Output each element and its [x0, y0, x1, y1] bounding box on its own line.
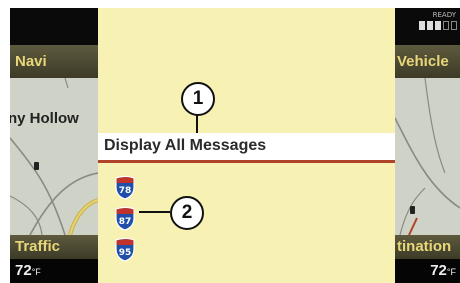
screen: READY Navi ny Hollow Traffic 72°F Vehicl… — [0, 0, 460, 283]
display: READY Navi ny Hollow Traffic 72°F Vehicl… — [10, 8, 460, 283]
callout-2: 2 — [170, 196, 204, 230]
callout-leader-lines — [139, 115, 198, 213]
callout-1: 1 — [181, 82, 215, 116]
